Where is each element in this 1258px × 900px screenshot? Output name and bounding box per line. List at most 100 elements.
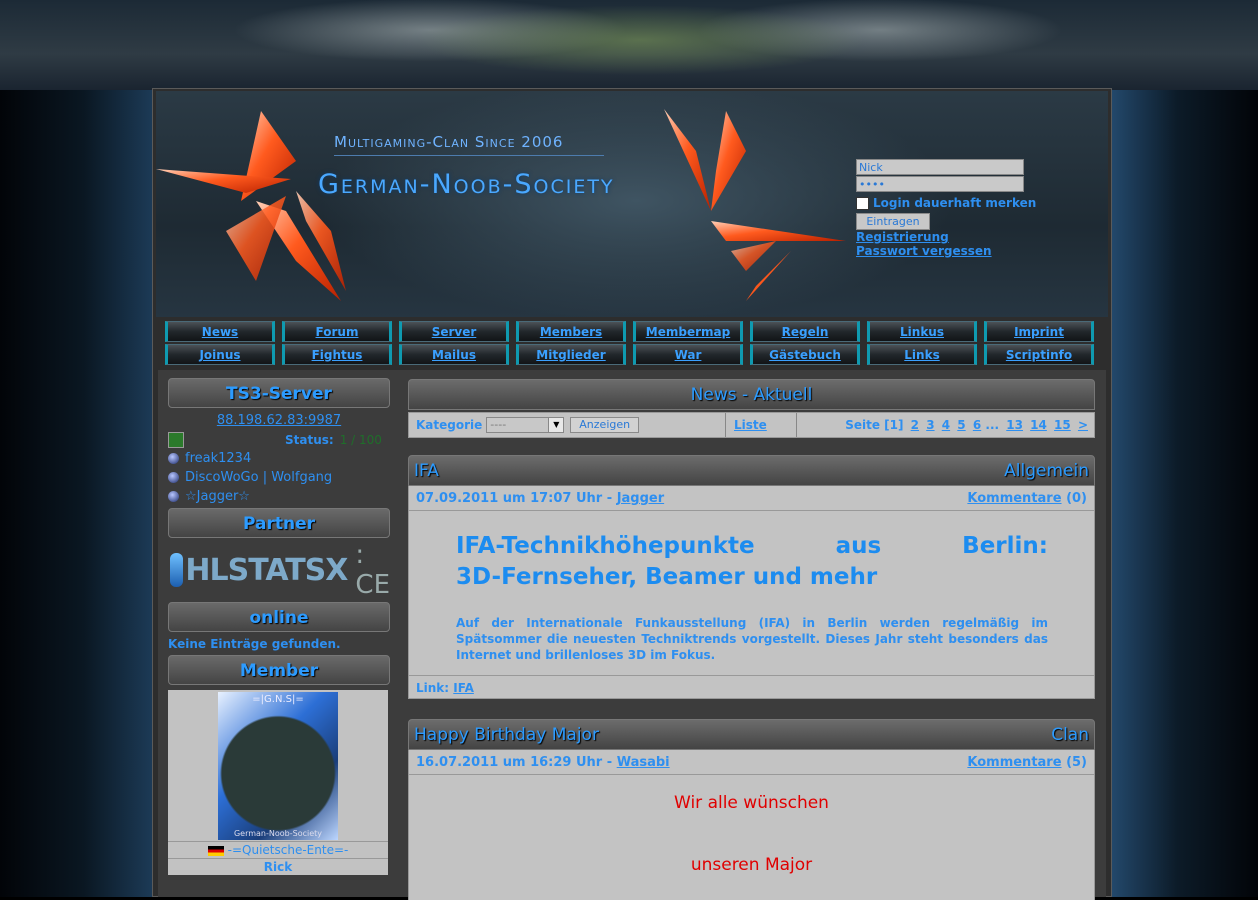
news-headline-line: IFA-Technikhöhepunkte aus Berlin:: [456, 533, 1048, 559]
nav-gaestebuch[interactable]: Gästebuch: [750, 344, 860, 365]
news-body: IFA-Technikhöhepunkte aus Berlin: 3D-Fer…: [408, 511, 1095, 675]
ts3-user[interactable]: freak1234: [168, 449, 390, 468]
news-item-header: Happy Birthday Major Clan: [408, 719, 1095, 750]
nav-row-2: Joinus Fightus Mailus Mitglieder War Gäs…: [165, 344, 1099, 365]
news-item-header: IFA Allgemein: [408, 455, 1095, 486]
background-banner: [0, 0, 1258, 90]
register-link[interactable]: Registrierung: [856, 230, 1106, 244]
ts3-user[interactable]: DiscoWoGo | Wolfgang: [168, 468, 390, 487]
comments-count: (5): [1066, 755, 1087, 770]
news-title: IFA: [414, 461, 439, 481]
main-navigation: News Forum Server Members Membermap Rege…: [165, 321, 1099, 367]
news-headline: IFA-Technikhöhepunkte aus Berlin: 3D-Fer…: [456, 531, 1048, 593]
category-filter: Kategorie ---- ▼ Anzeigen: [409, 413, 726, 437]
online-empty-text: Keine Einträge gefunden.: [168, 637, 341, 651]
nav-server[interactable]: Server: [399, 321, 509, 342]
site-name: German-Noob-Society: [318, 169, 615, 200]
comments-link[interactable]: Kommentare: [967, 491, 1061, 506]
remember-label: Login dauerhaft merken: [873, 196, 1037, 210]
category-select[interactable]: ---- ▼: [486, 417, 565, 433]
list-view-link[interactable]: Liste: [726, 413, 797, 437]
page-link[interactable]: 5: [957, 418, 965, 432]
comments-link[interactable]: Kommentare: [967, 755, 1061, 770]
page-link[interactable]: 6: [973, 418, 981, 432]
page-link[interactable]: 2: [911, 418, 919, 432]
member-next-name[interactable]: Rick: [168, 858, 388, 875]
nav-regeln[interactable]: Regeln: [750, 321, 860, 342]
news-link-row: Link: IFA: [408, 675, 1095, 699]
nav-links[interactable]: Links: [867, 344, 977, 365]
nav-linkus[interactable]: Linkus: [867, 321, 977, 342]
ts3-server-heading: TS3-Server: [168, 378, 390, 408]
member-avatar-footer: German-Noob-Society: [233, 829, 323, 838]
nav-fightus[interactable]: Fightus: [282, 344, 392, 365]
nav-war[interactable]: War: [633, 344, 743, 365]
show-button[interactable]: Anzeigen: [570, 417, 640, 433]
member-avatar[interactable]: =|G.N.S|= German-Noob-Society: [218, 692, 338, 840]
germany-flag-icon: [207, 845, 224, 856]
password-input[interactable]: [856, 176, 1024, 192]
news-author-link[interactable]: Jagger: [617, 491, 664, 506]
page-link[interactable]: 13: [1006, 418, 1023, 432]
nav-news[interactable]: News: [165, 321, 275, 342]
user-status-icon: [168, 472, 179, 483]
news-title: Happy Birthday Major: [414, 725, 599, 745]
user-status-icon: [168, 453, 179, 464]
comments-count: (0): [1066, 491, 1087, 506]
user-status-icon: [168, 491, 179, 502]
nav-joinus[interactable]: Joinus: [165, 344, 275, 365]
news-category: Allgemein: [1004, 461, 1089, 481]
news-author-link[interactable]: Wasabi: [617, 755, 670, 770]
nav-mitglieder[interactable]: Mitglieder: [516, 344, 626, 365]
nick-input[interactable]: [856, 159, 1024, 175]
page-link[interactable]: 3: [926, 418, 934, 432]
member-name-text: -=Quietsche-Ente=-: [227, 843, 349, 857]
news-body: Wir alle wünschen unseren Major: [408, 775, 1095, 900]
remember-checkbox[interactable]: [856, 196, 869, 210]
site-header: Multigaming-Clan Since 2006 German-Noob-…: [156, 91, 1108, 317]
news-category: Clan: [1051, 725, 1089, 745]
news-meta: 07.09.2011 um 17:07 Uhr - Jagger Komment…: [408, 486, 1095, 511]
nav-forum[interactable]: Forum: [282, 321, 392, 342]
news-filter-bar: Kategorie ---- ▼ Anzeigen Liste Seite [1…: [408, 412, 1095, 438]
next-page-link[interactable]: >: [1078, 418, 1088, 432]
forgot-password-link[interactable]: Passwort vergessen: [856, 244, 1106, 258]
ts3-user-name: freak1234: [185, 451, 252, 466]
nav-scriptinfo[interactable]: Scriptinfo: [984, 344, 1094, 365]
partner-heading: Partner: [168, 508, 390, 538]
chevron-down-icon: ▼: [548, 418, 564, 432]
member-heading: Member: [168, 655, 390, 685]
nav-imprint[interactable]: Imprint: [984, 321, 1094, 342]
page-link[interactable]: 4: [942, 418, 950, 432]
news-external-link[interactable]: IFA: [453, 681, 474, 695]
news-section-heading: News - Aktuell: [408, 379, 1095, 410]
page-ellipsis: ...: [985, 418, 1000, 432]
news-item: IFA Allgemein 07.09.2011 um 17:07 Uhr - …: [408, 455, 1095, 699]
login-submit-button[interactable]: Eintragen: [856, 213, 930, 230]
category-label: Kategorie: [416, 418, 483, 432]
nav-mailus[interactable]: Mailus: [399, 344, 509, 365]
partner-logo-text: HLSTATSX: [185, 552, 348, 588]
online-heading: online: [168, 602, 390, 632]
login-form: Login dauerhaft merken Eintragen Registr…: [856, 159, 1106, 258]
nav-membermap[interactable]: Membermap: [633, 321, 743, 342]
news-date: 07.09.2011 um 17:07 Uhr -: [416, 491, 613, 506]
page-link[interactable]: 15: [1054, 418, 1071, 432]
news-item: Happy Birthday Major Clan 16.07.2011 um …: [408, 719, 1095, 900]
member-spotlight: =|G.N.S|= German-Noob-Society -=Quietsch…: [168, 690, 388, 875]
ts3-user[interactable]: ☆Jagger☆: [168, 487, 390, 506]
nav-members[interactable]: Members: [516, 321, 626, 342]
member-name-link[interactable]: -=Quietsche-Ente=-: [168, 841, 388, 858]
pagination: Seite [1] 2 3 4 5 6 ... 13 14 15 >: [797, 418, 1094, 432]
news-text: Auf der Internationale Funkausstellung (…: [456, 616, 1048, 662]
news-text-line: unseren Major: [690, 855, 813, 875]
news-meta: 16.07.2011 um 16:29 Uhr - Wasabi Komment…: [408, 750, 1095, 775]
page-link[interactable]: 14: [1030, 418, 1047, 432]
ts3-user-name: DiscoWoGo | Wolfgang: [185, 470, 333, 485]
news-date: 16.07.2011 um 16:29 Uhr -: [416, 755, 613, 770]
ts3-server-address-link[interactable]: 88.198.62.83:9987: [168, 413, 390, 428]
background-right: [1112, 90, 1258, 897]
nav-row-1: News Forum Server Members Membermap Rege…: [165, 321, 1099, 342]
category-select-value: ----: [490, 418, 507, 431]
partner-hlstatsx-logo[interactable]: HLSTATSX : CE: [170, 540, 390, 600]
